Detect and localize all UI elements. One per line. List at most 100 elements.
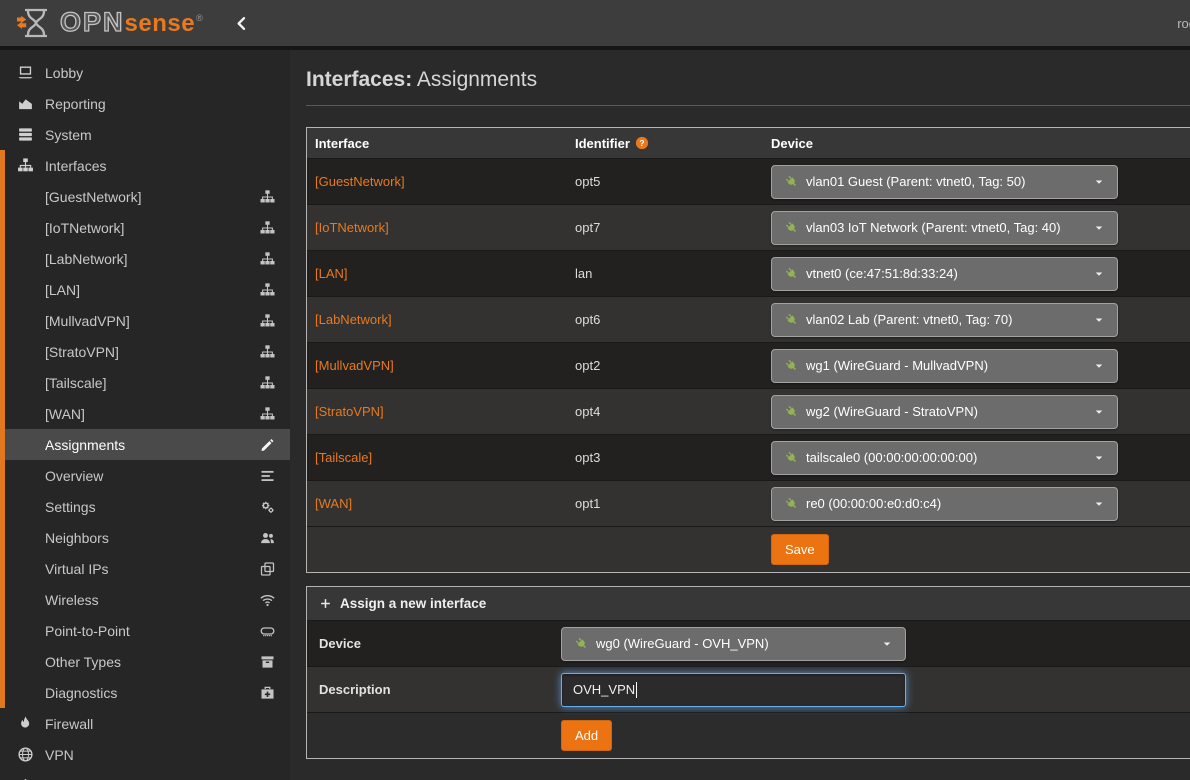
caret-down-icon [1093,498,1105,510]
identifier-value: opt7 [575,220,600,235]
plug-icon [784,496,799,511]
save-button[interactable]: Save [771,534,829,565]
help-icon[interactable] [635,136,649,150]
sidebar-item-label: VPN [45,747,276,763]
plug-icon [784,266,799,281]
interface-link[interactable]: [IoTNetwork] [315,220,389,235]
device-select-value: vtnet0 (ce:47:51:8d:33:24) [806,266,1093,281]
sidebar-item-other-types[interactable]: Other Types [0,646,290,677]
sidebar-collapse-button[interactable] [229,11,254,36]
interface-link[interactable]: [WAN] [315,496,352,511]
table-row-iotnetwork: [IoTNetwork] opt7 vlan03 IoT Network (Pare… [307,204,1190,250]
sitemap-icon [16,157,35,174]
identifier-value: opt3 [575,450,600,465]
table-row-wan: [WAN]opt1re0 (00:00:00:e0:d0:c4) [307,480,1190,526]
sidebar-item-label: [GuestNetwork] [45,189,259,205]
sidebar-item-guestnetwork[interactable]: [GuestNetwork] [0,181,290,212]
device-select[interactable]: vtnet0 (ce:47:51:8d:33:24) [771,257,1118,291]
device-select[interactable]: tailscale0 (00:00:00:00:00:00) [771,441,1118,475]
copy-icon [259,561,276,577]
sidebar-item-label: [StratoVPN] [45,344,259,360]
add-row: Add [307,712,1190,758]
sidebar-item-iotnetwork[interactable]: [IoTNetwork] [0,212,290,243]
sidebar-item-label: Overview [45,468,259,484]
sidebar-item-lan[interactable]: [LAN] [0,274,290,305]
plug-icon [784,174,799,189]
sidebar-item-firewall[interactable]: Firewall [0,708,290,739]
sidebar-item-wan[interactable]: [WAN] [0,398,290,429]
sidebar-item-reporting[interactable]: Reporting [0,88,290,119]
server-icon [16,126,35,143]
sitemap-icon [259,375,276,391]
caret-down-icon [1093,406,1105,418]
sidebar-item-label: Settings [45,499,259,515]
sidebar-item-labnetwork[interactable]: [LabNetwork] [0,243,290,274]
sidebar-item-label: [WAN] [45,406,259,422]
sidebar-item-label: Reporting [45,96,276,112]
page-title-page: Assignments [417,68,537,91]
device-select[interactable]: vlan02 Lab (Parent: vtnet0, Tag: 70) [771,303,1118,337]
opnsense-logo[interactable]: OPNsense® [16,7,203,39]
device-select[interactable]: vlan01 Guest (Parent: vtnet0, Tag: 50) [771,165,1118,199]
page-title: Interfaces: Assignments [306,68,1190,92]
sidebar-item-settings[interactable]: Settings [0,491,290,522]
interface-link[interactable]: [LabNetwork] [315,312,392,327]
fire-icon [16,715,35,732]
brand-opn-text: OPN [60,7,125,38]
identifier-value: opt6 [575,312,600,327]
sidebar-item-mullvadvpn[interactable]: [MullvadVPN] [0,305,290,336]
sidebar-item-neighbors[interactable]: Neighbors [0,522,290,553]
sidebar-item-assignments[interactable]: Assignments [0,429,290,460]
interface-link[interactable]: [StratoVPN] [315,404,384,419]
top-navbar: OPNsense® roo [0,0,1190,50]
navbar-user-text[interactable]: roo [1177,16,1190,31]
description-label: Description [307,682,561,697]
sidebar-item-lobby[interactable]: Lobby [0,57,290,88]
opnsense-app: OPNsense® roo Lobby Reporting System Interf… [0,0,1190,780]
pencil-icon [259,437,276,453]
add-button[interactable]: Add [561,720,612,751]
caret-down-icon [1093,314,1105,326]
table-row-mullvadvpn: [MullvadVPN]opt2wg1 (WireGuard - Mullvad… [307,342,1190,388]
assign-panel-header: Assign a new interface [307,587,1190,620]
sidebar-item-point-to-point[interactable]: Point-to-Point [0,615,290,646]
archive-icon [259,654,276,670]
new-device-select[interactable]: wg0 (WireGuard - OVH_VPN) [561,627,906,661]
sidebar-item-label: Firewall [45,716,276,732]
sidebar-item-services[interactable]: Services [0,770,290,780]
chevron-left-icon [233,15,250,32]
device-select[interactable]: wg1 (WireGuard - MullvadVPN) [771,349,1118,383]
interface-link[interactable]: [Tailscale] [315,450,372,465]
device-select-value: vlan01 Guest (Parent: vtnet0, Tag: 50) [806,174,1093,189]
interface-link[interactable]: [LAN] [315,266,348,281]
description-input[interactable]: OVH_VPN [561,673,906,707]
sidebar-item-virtual-ips[interactable]: Virtual IPs [0,553,290,584]
text-cursor [636,682,637,698]
sidebar-item-label: Point-to-Point [45,623,259,639]
sidebar-item-vpn[interactable]: VPN [0,739,290,770]
wifi-icon [259,592,276,608]
device-select[interactable]: vlan03 IoT Network (Parent: vtnet0, Tag:… [771,211,1118,245]
sidebar-item-interfaces[interactable]: Interfaces [0,150,290,181]
brand-sense-text: sense [125,10,196,38]
interface-link[interactable]: [MullvadVPN] [315,358,394,373]
sidebar-item-label: System [45,127,276,143]
sidebar-item-tailscale[interactable]: [Tailscale] [0,367,290,398]
column-header-interface: Interface [307,136,567,151]
interface-link[interactable]: [GuestNetwork] [315,174,405,189]
modem-icon [259,623,276,639]
sidebar-item-wireless[interactable]: Wireless [0,584,290,615]
sitemap-icon [259,189,276,205]
identifier-value: lan [575,266,592,281]
sidebar-item-label: Wireless [45,592,259,608]
plug-icon [784,312,799,327]
sidebar-item-diagnostics[interactable]: Diagnostics [0,677,290,708]
device-select-value: vlan03 IoT Network (Parent: vtnet0, Tag:… [806,220,1093,235]
table-row-labnetwork: [LabNetwork] opt6 vlan02 Lab (Parent: vtne… [307,296,1190,342]
sidebar-item-label: [Tailscale] [45,375,259,391]
sidebar-item-system[interactable]: System [0,119,290,150]
device-select[interactable]: wg2 (WireGuard - StratoVPN) [771,395,1118,429]
sidebar-item-stratovpn[interactable]: [StratoVPN] [0,336,290,367]
sidebar-item-overview[interactable]: Overview [0,460,290,491]
device-select[interactable]: re0 (00:00:00:e0:d0:c4) [771,487,1118,521]
